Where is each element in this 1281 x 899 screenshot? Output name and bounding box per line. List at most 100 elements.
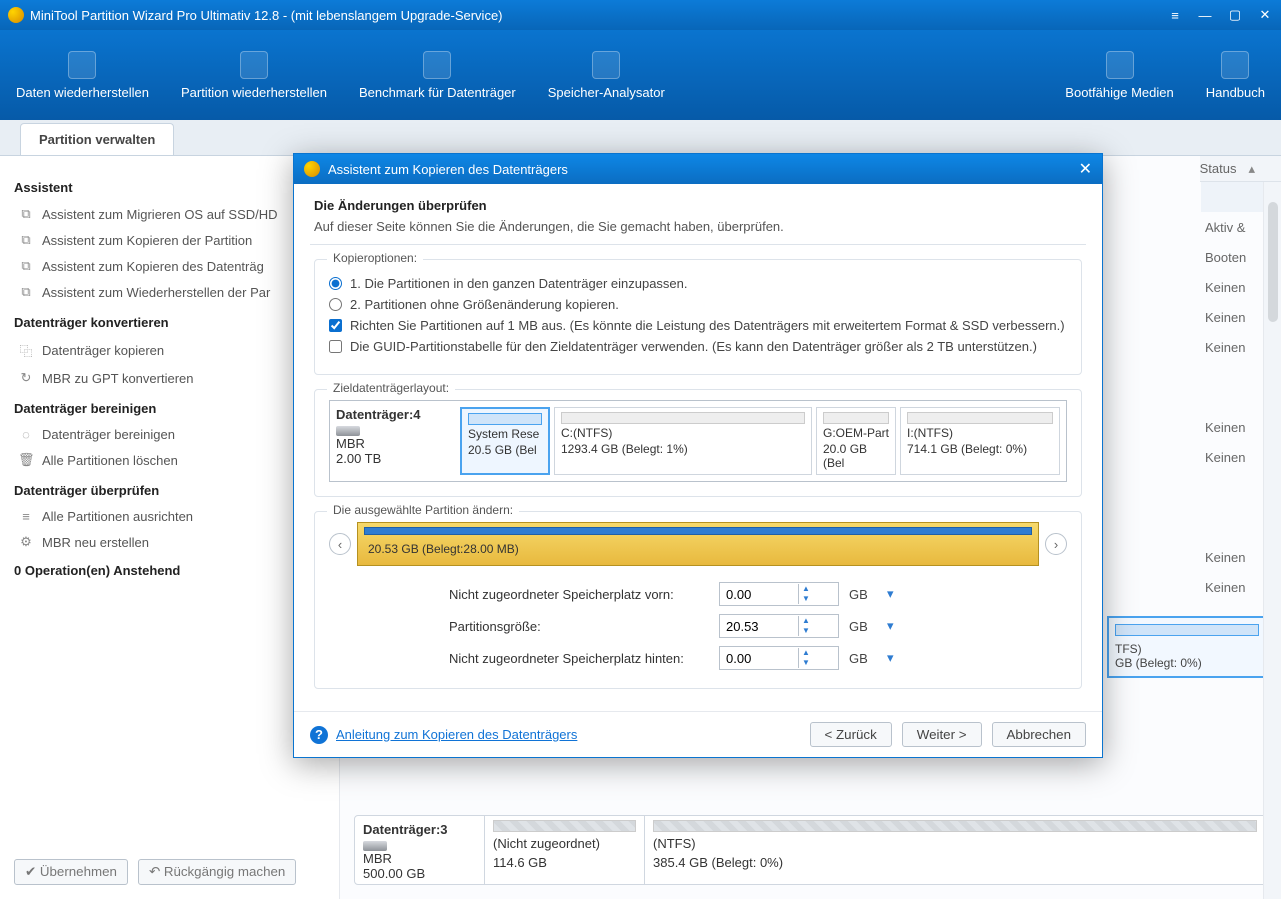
close-button[interactable]: ✕ [1257,7,1273,23]
clean-delete-all[interactable]: 🗑Alle Partitionen löschen [14,447,325,473]
layout-part-2[interactable]: G:OEM-Part20.0 GB (Bel [816,407,896,475]
space-analyzer-icon [592,51,620,79]
spin-up-icon[interactable]: ▲ [799,616,813,626]
copy-options-group: Kopieroptionen: 1. Die Partitionen in de… [314,259,1082,375]
slider-label: 20.53 GB (Belegt:28.00 MB) [368,542,519,556]
slider-right-button[interactable]: › [1045,533,1067,555]
disk3-row[interactable]: Datenträger:3 MBR 500.00 GB (Nicht zugeo… [354,815,1267,885]
unit-dropdown[interactable]: ▾ [887,618,905,634]
group-clean: Datenträger bereinigen [14,401,325,416]
menu-icon[interactable]: ≡ [1167,7,1183,23]
slider-left-button[interactable]: ‹ [329,533,351,555]
wizard-icon [304,161,320,177]
unit-dropdown[interactable]: ▾ [887,586,905,602]
target-layout: Datenträger:4 MBR 2.00 TB System Rese20.… [329,400,1067,482]
checkbox-align[interactable] [329,319,342,332]
ribbon-label: Speicher-Analysator [548,85,665,100]
help-link[interactable]: ?Anleitung zum Kopieren des Datenträgers [310,726,577,744]
cancel-button[interactable]: Abbrechen [992,722,1086,747]
ribbon-data-recovery[interactable]: Daten wiederherstellen [0,51,165,100]
recover-icon: ⧉ [18,284,34,300]
sidebar: Assistent ⧉Assistent zum Migrieren OS au… [0,156,340,899]
wiz-recover-partition[interactable]: ⧉Assistent zum Wiederherstellen der Par [14,279,325,305]
clean-wipe[interactable]: ◌Datenträger bereinigen [14,422,325,447]
input-space-before[interactable]: ▲▼ [719,582,839,606]
help-icon: ? [310,726,328,744]
tab-partition-manage[interactable]: Partition verwalten [20,123,174,155]
apply-button[interactable]: ✔ Übernehmen [14,859,128,885]
app-logo-icon [8,7,24,23]
spin-down-icon[interactable]: ▼ [799,626,813,636]
layout-part-1[interactable]: C:(NTFS)1293.4 GB (Belegt: 1%) [554,407,812,475]
titlebar: MiniTool Partition Wizard Pro Ultimativ … [0,0,1281,30]
layout-part-3[interactable]: I:(NTFS)714.1 GB (Belegt: 0%) [900,407,1060,475]
partition-size-slider[interactable]: 20.53 GB (Belegt:28.00 MB) [357,522,1039,566]
ribbon-label: Bootfähige Medien [1065,85,1173,100]
partition-size-field[interactable] [720,619,798,634]
layout-part-0[interactable]: System Rese20.5 GB (Bel [460,407,550,475]
ribbon-partition-recovery[interactable]: Partition wiederherstellen [165,51,343,100]
vertical-scrollbar[interactable] [1263,182,1281,899]
disk3-part2[interactable]: (NTFS) 385.4 GB (Belegt: 0%) [645,816,1266,884]
back-button[interactable]: < Zurück [810,722,892,747]
next-button[interactable]: Weiter > [902,722,982,747]
partition-recovery-icon [240,51,268,79]
input-space-after[interactable]: ▲▼ [719,646,839,670]
radio-noresize[interactable] [329,298,342,311]
unit-label: GB [849,587,877,602]
wizard-dialog: Assistent zum Kopieren des Datenträgers … [293,153,1103,758]
spin-down-icon[interactable]: ▼ [799,658,813,668]
opt-fit-whole-disk[interactable]: 1. Die Partitionen in den ganzen Datentr… [329,276,1067,291]
disk3-type: MBR [363,851,476,866]
book-icon [1221,51,1249,79]
ribbon-space-analyzer[interactable]: Speicher-Analysator [532,51,681,100]
wiz-migrate-os[interactable]: ⧉Assistent zum Migrieren OS auf SSD/HD [14,201,325,227]
spin-up-icon[interactable]: ▲ [799,648,813,658]
maximize-button[interactable]: ▢ [1227,7,1243,23]
pending-operations: 0 Operation(en) Anstehend [14,563,325,578]
copy-options-legend: Kopieroptionen: [327,251,423,265]
dialog-close-button[interactable]: ✕ [1079,159,1092,179]
spin-down-icon[interactable]: ▼ [799,594,813,604]
group-assistent: Assistent [14,180,325,195]
minimize-button[interactable]: — [1197,7,1213,23]
target-disk-label[interactable]: Datenträger:4 MBR 2.00 TB [336,407,456,475]
disk3-name: Datenträger:3 [363,822,448,837]
copy-partition-icon: ⧉ [18,232,34,248]
ribbon-benchmark[interactable]: Benchmark für Datenträger [343,51,532,100]
wiz-copy-partition[interactable]: ⧉Assistent zum Kopieren der Partition [14,227,325,253]
disk3-part1[interactable]: (Nicht zugeordnet) 114.6 GB [485,816,645,884]
group-check: Datenträger überprüfen [14,483,325,498]
tabs: Partition verwalten [0,120,1281,156]
disk-highlight[interactable]: TFS) GB (Belegt: 0%) [1107,616,1267,678]
chk-guid[interactable]: Die GUID-Partitionstabelle für den Zield… [329,339,1067,354]
input-partition-size[interactable]: ▲▼ [719,614,839,638]
disk-icon [363,841,387,851]
ribbon-manual[interactable]: Handbuch [1190,51,1281,100]
space-after-field[interactable] [720,651,798,666]
check-align[interactable]: ≡Alle Partitionen ausrichten [14,504,325,529]
unit-dropdown[interactable]: ▾ [887,650,905,666]
unit-label: GB [849,619,877,634]
usb-icon [1106,51,1134,79]
checkbox-guid[interactable] [329,340,342,353]
wiz-copy-disk[interactable]: ⧉Assistent zum Kopieren des Datenträg [14,253,325,279]
part-name: TFS) [1115,642,1259,656]
chk-align-1mb[interactable]: Richten Sie Partitionen auf 1 MB aus. (E… [329,318,1067,333]
ribbon-label: Daten wiederherstellen [16,85,149,100]
dialog-titlebar[interactable]: Assistent zum Kopieren des Datenträgers … [294,154,1102,184]
conv-copy-disk[interactable]: ⿻Datenträger kopieren [14,336,325,365]
space-before-field[interactable] [720,587,798,602]
spin-up-icon[interactable]: ▲ [799,584,813,594]
edit-partition-legend: Die ausgewählte Partition ändern: [327,503,519,517]
conv-mbr-gpt[interactable]: ↻MBR zu GPT konvertieren [14,365,325,391]
ribbon: Daten wiederherstellen Partition wiederh… [0,30,1281,120]
sort-icon[interactable]: ▴ [1248,161,1255,177]
check-rebuild-mbr[interactable]: ⚙MBR neu erstellen [14,529,325,555]
ribbon-label: Benchmark für Datenträger [359,85,516,100]
ribbon-bootable-media[interactable]: Bootfähige Medien [1049,51,1189,100]
radio-fit[interactable] [329,277,342,290]
opt-no-resize[interactable]: 2. Partitionen ohne Größenänderung kopie… [329,297,1067,312]
col-status[interactable]: Status [1200,161,1237,176]
undo-button[interactable]: ↶ Rückgängig machen [138,859,296,885]
